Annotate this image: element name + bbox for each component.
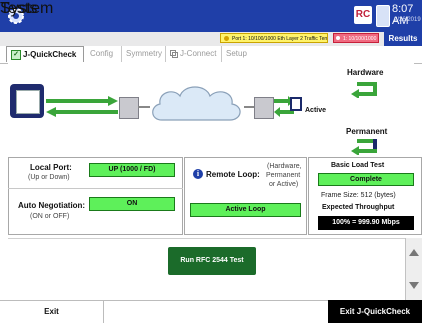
auto-negotiation-hint: (ON or OFF) xyxy=(30,213,70,220)
permanent-loop-icon xyxy=(351,139,377,155)
exit-button[interactable]: Exit xyxy=(0,300,104,323)
local-port-hint: (Up or Down) xyxy=(28,174,70,181)
active-loop-label: Active xyxy=(305,107,327,114)
network-cloud-icon xyxy=(152,86,241,121)
remote-loop-label: Remote Loop: xyxy=(206,170,260,179)
exit-j-quickcheck-button[interactable]: Exit J-QuickCheck xyxy=(328,300,422,323)
battery-icon xyxy=(376,5,390,27)
auto-negotiation-status: ON xyxy=(89,197,175,211)
check-icon: ✓ xyxy=(11,49,21,60)
remote-loop-hint-1: (Hardware, xyxy=(267,163,302,170)
expected-throughput-label: Expected Throughput xyxy=(322,204,395,211)
auto-negotiation-label: Auto Negotiation: xyxy=(18,201,86,210)
frame-size-text: Frame Size: 512 (bytes) xyxy=(321,192,396,199)
clock-time: 8:07 AM xyxy=(392,3,414,27)
local-port-label: Local Port: xyxy=(30,163,72,172)
tab-label: J-QuickCheck xyxy=(23,50,77,59)
remote-loop-hint-2: Permanent xyxy=(266,172,301,179)
port-status-led-icon xyxy=(224,36,229,41)
port-status-badge[interactable]: Port 1: 10/100/1000 Eth Layer 2 Traffic … xyxy=(220,33,328,43)
info-icon[interactable]: i xyxy=(193,169,203,179)
tab-label: Symmetry xyxy=(126,49,162,58)
local-port-status: UP (1000 / FD) xyxy=(89,163,175,177)
remote-control-icon[interactable]: RC xyxy=(354,6,372,24)
scroll-down-icon[interactable] xyxy=(409,282,419,289)
remote-sfp-module xyxy=(254,97,274,119)
results-button[interactable]: Results xyxy=(384,32,422,46)
scroll-up-icon[interactable] xyxy=(409,249,419,256)
tab-setup[interactable]: Setup xyxy=(222,46,252,62)
local-link-arrows-icon xyxy=(46,96,118,117)
tab-label: Setup xyxy=(226,49,247,58)
load-test-title: Basic Load Test xyxy=(331,162,385,169)
throughput-value: 100% = 999.90 Mbps xyxy=(318,216,414,230)
test-device-screen xyxy=(16,90,40,114)
scrollbar[interactable] xyxy=(405,238,422,300)
clock-date: 2/26/2019 xyxy=(394,17,421,23)
local-sfp-module xyxy=(119,97,139,119)
run-rfc-2544-button[interactable]: Run RFC 2544 Test xyxy=(168,247,256,275)
network-icon xyxy=(170,49,178,58)
tab-label: Config xyxy=(90,49,114,58)
hardware-label: Hardware xyxy=(347,68,384,77)
link-line xyxy=(244,106,254,108)
rx-status-led-icon xyxy=(336,36,340,40)
load-test-status: Complete xyxy=(318,173,414,186)
divider xyxy=(8,188,183,189)
remote-loop-status: Active Loop xyxy=(190,203,301,217)
tab-label: J-Connect xyxy=(180,49,217,58)
remote-loop-hint-3: or Active) xyxy=(269,181,299,188)
tests-menu-label[interactable]: Tests xyxy=(0,0,37,18)
tab-config[interactable]: Config xyxy=(86,46,122,62)
permanent-label: Permanent xyxy=(346,127,388,136)
hardware-loop-icon xyxy=(351,82,377,98)
tab-j-quickcheck[interactable]: ✓ J-QuickCheck xyxy=(6,46,84,62)
tab-symmetry[interactable]: Symmetry xyxy=(122,46,166,62)
tab-j-connect[interactable]: J-Connect xyxy=(166,46,222,62)
loopback-port-icon xyxy=(290,97,302,111)
